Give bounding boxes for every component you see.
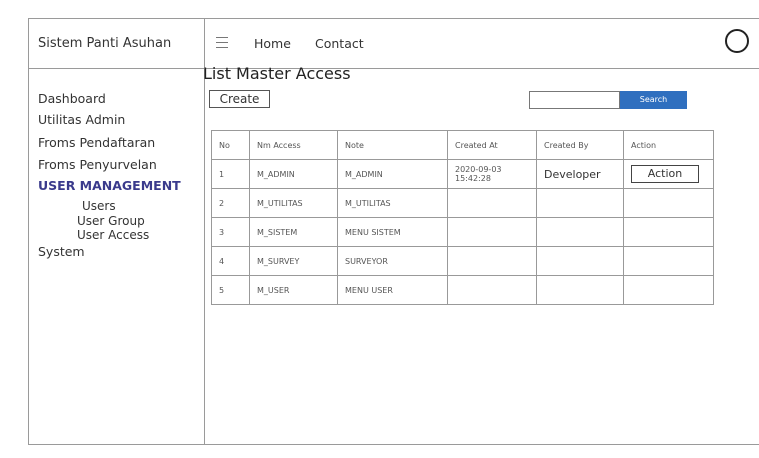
column-header-created-at: Created At — [447, 130, 537, 160]
sidebar-item-dashboard[interactable]: Dashboard — [38, 91, 106, 106]
table-row: 1 M_ADMIN M_ADMIN 2020-09-03 15:42:28 De… — [211, 159, 714, 189]
column-header-no: No — [211, 130, 250, 160]
cell-created-by — [536, 275, 624, 305]
table-header-row: No Nm Access Note Created At Created By … — [211, 130, 714, 160]
hamburger-icon[interactable] — [216, 37, 228, 49]
cell-created-by — [536, 246, 624, 276]
search-input[interactable] — [529, 91, 620, 109]
cell-nm-access: M_ADMIN — [249, 159, 338, 189]
column-header-note: Note — [337, 130, 448, 160]
cell-created-at — [447, 246, 537, 276]
search-button[interactable]: Search — [620, 91, 687, 109]
cell-action — [623, 275, 714, 305]
cell-no: 5 — [211, 275, 250, 305]
access-table: No Nm Access Note Created At Created By … — [211, 130, 714, 305]
cell-no: 3 — [211, 217, 250, 247]
cell-created-at — [447, 217, 537, 247]
table-row: 5 M_USER MENU USER — [211, 275, 714, 305]
cell-nm-access: M_SURVEY — [249, 246, 338, 276]
sidebar-item-froms-pendaftaran[interactable]: Froms Pendaftaran — [38, 135, 155, 150]
cell-action — [623, 217, 714, 247]
sidebar-item-user-group[interactable]: User Group — [77, 214, 145, 228]
cell-note: MENU SISTEM — [337, 217, 448, 247]
nav-home-link[interactable]: Home — [254, 36, 291, 51]
cell-created-by — [536, 188, 624, 218]
column-header-action: Action — [623, 130, 714, 160]
cell-action: Action — [623, 159, 714, 189]
cell-created-by: Developer — [536, 159, 624, 189]
table-row: 2 M_UTILITAS M_UTILITAS — [211, 188, 714, 218]
column-header-nm-access: Nm Access — [249, 130, 338, 160]
page-title: List Master Access — [203, 64, 351, 83]
cell-created-at — [447, 275, 537, 305]
column-header-created-by: Created By — [536, 130, 624, 160]
cell-created-by — [536, 217, 624, 247]
sidebar: Dashboard Utilitas Admin Froms Pendaftar… — [29, 69, 205, 444]
sidebar-item-utilitas-admin[interactable]: Utilitas Admin — [38, 112, 125, 127]
cell-nm-access: M_USER — [249, 275, 338, 305]
create-button[interactable]: Create — [209, 90, 270, 108]
cell-no: 4 — [211, 246, 250, 276]
table-row: 3 M_SISTEM MENU SISTEM — [211, 217, 714, 247]
sidebar-item-froms-penyurvelan[interactable]: Froms Penyurvelan — [38, 157, 157, 172]
sidebar-item-users[interactable]: Users — [82, 199, 116, 213]
cell-note: M_UTILITAS — [337, 188, 448, 218]
cell-action — [623, 246, 714, 276]
cell-note: MENU USER — [337, 275, 448, 305]
app-title: Sistem Panti Asuhan — [29, 19, 205, 69]
sidebar-item-system[interactable]: System — [38, 244, 85, 259]
top-navbar: Home Contact — [205, 19, 759, 69]
cell-action — [623, 188, 714, 218]
cell-no: 2 — [211, 188, 250, 218]
sidebar-item-user-management[interactable]: USER MANAGEMENT — [38, 178, 181, 193]
cell-no: 1 — [211, 159, 250, 189]
sidebar-item-user-access[interactable]: User Access — [77, 228, 149, 242]
circle-icon[interactable] — [725, 29, 749, 53]
cell-nm-access: M_UTILITAS — [249, 188, 338, 218]
cell-created-at — [447, 188, 537, 218]
nav-contact-link[interactable]: Contact — [315, 36, 364, 51]
cell-nm-access: M_SISTEM — [249, 217, 338, 247]
cell-note: M_ADMIN — [337, 159, 448, 189]
action-button[interactable]: Action — [631, 165, 699, 183]
cell-created-at: 2020-09-03 15:42:28 — [447, 159, 537, 189]
table-row: 4 M_SURVEY SURVEYOR — [211, 246, 714, 276]
cell-note: SURVEYOR — [337, 246, 448, 276]
